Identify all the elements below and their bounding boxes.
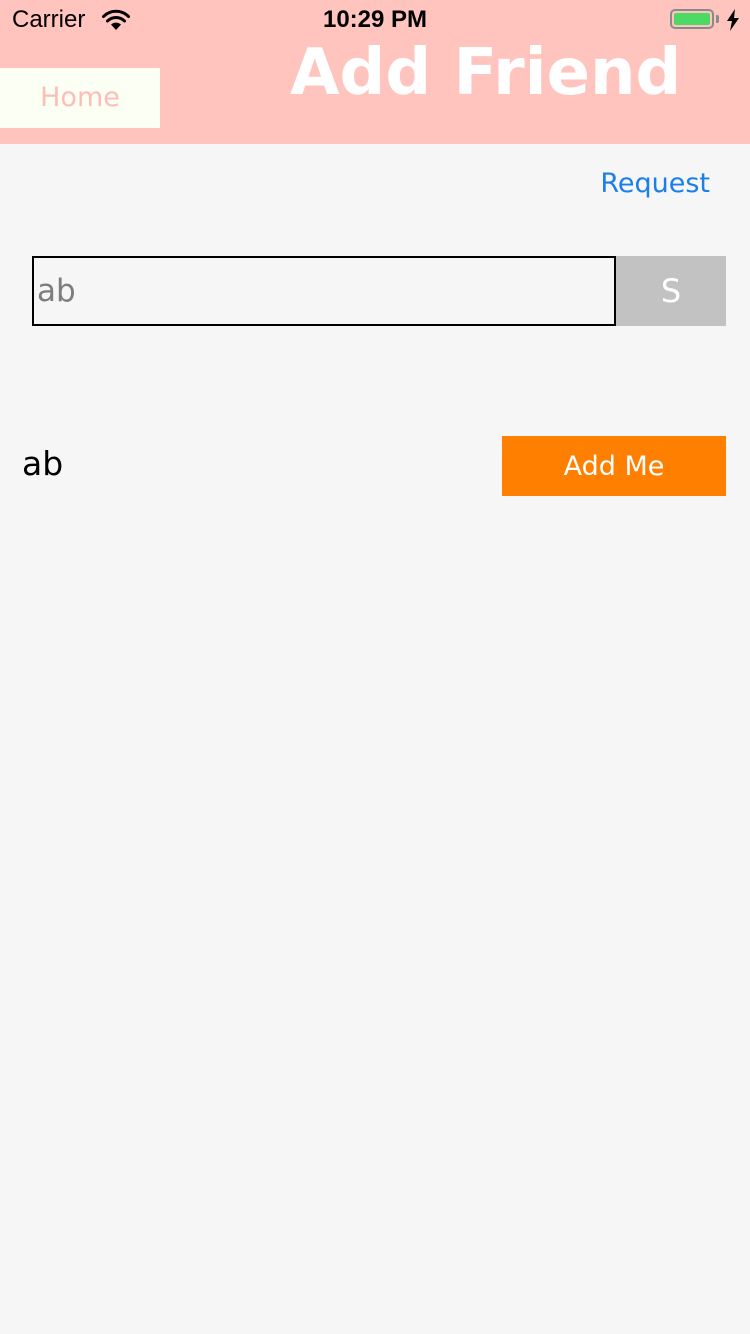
home-button[interactable]: Home <box>0 68 160 128</box>
battery-icon <box>670 9 714 29</box>
battery-level-fill <box>674 13 710 25</box>
page-title: Add Friend <box>290 36 682 110</box>
nav-header: Carrier 10:29 PM Home Add Friend <box>0 0 750 144</box>
battery-tip <box>716 15 719 23</box>
charging-bolt-icon <box>727 9 739 31</box>
add-me-button[interactable]: Add Me <box>502 436 726 496</box>
request-button[interactable]: Request <box>600 168 710 199</box>
search-button[interactable]: S <box>616 256 726 326</box>
result-username: ab <box>22 444 64 483</box>
search-input[interactable] <box>32 256 616 326</box>
